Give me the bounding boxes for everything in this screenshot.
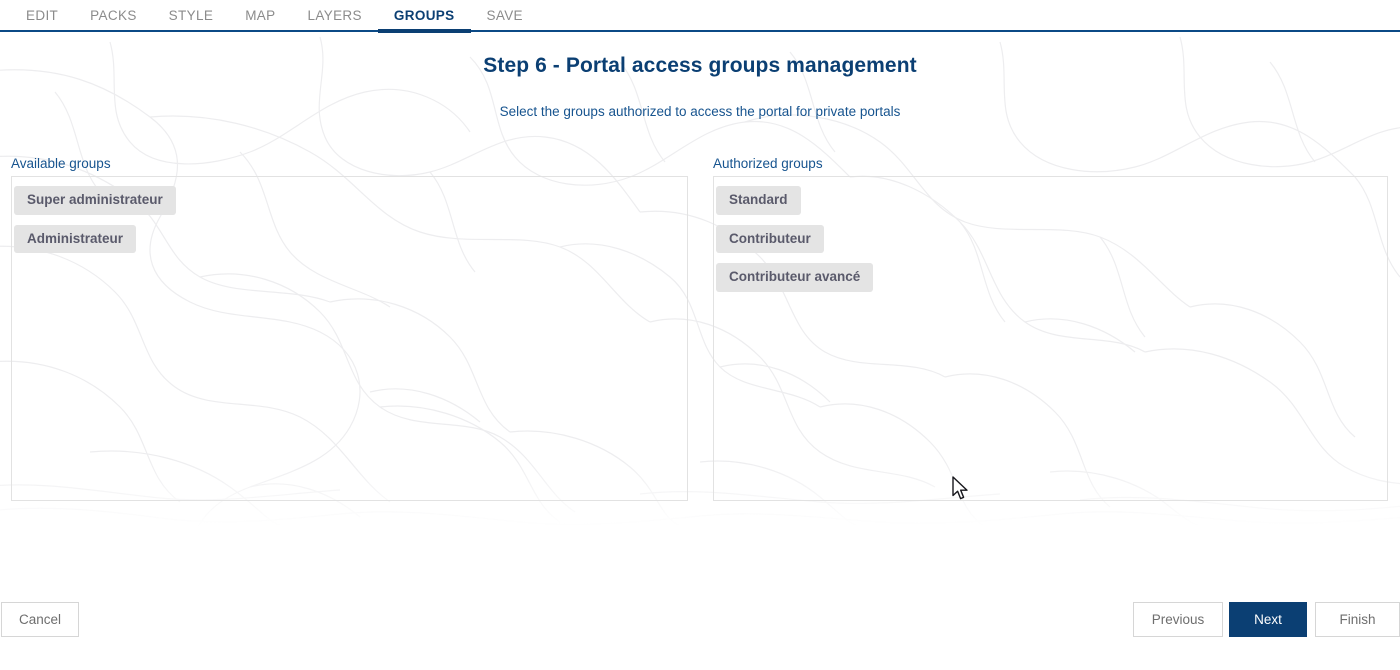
available-groups-panel[interactable]: Super administrateur Administrateur bbox=[11, 176, 688, 501]
tab-layers[interactable]: LAYERS bbox=[292, 0, 378, 30]
tab-save[interactable]: SAVE bbox=[471, 0, 539, 30]
authorized-groups-list: Standard Contributeur Contributeur avanc… bbox=[714, 186, 1387, 292]
page-subtitle: Select the groups authorized to access t… bbox=[499, 104, 901, 119]
group-chip[interactable]: Administrateur bbox=[14, 224, 137, 254]
main-tabbar: EDIT PACKS STYLE MAP LAYERS GROUPS SAVE bbox=[0, 0, 1400, 33]
authorized-groups-panel[interactable]: Standard Contributeur Contributeur avanc… bbox=[713, 176, 1388, 501]
cancel-button[interactable]: Cancel bbox=[1, 602, 79, 637]
tab-map[interactable]: MAP bbox=[229, 0, 291, 30]
tab-style[interactable]: STYLE bbox=[153, 0, 230, 30]
tab-packs[interactable]: PACKS bbox=[74, 0, 153, 30]
authorized-groups-label: Authorized groups bbox=[713, 156, 823, 171]
group-chip[interactable]: Contributeur avancé bbox=[716, 263, 874, 292]
finish-button[interactable]: Finish bbox=[1315, 602, 1400, 637]
page-title: Step 6 - Portal access groups management bbox=[483, 54, 917, 77]
previous-button[interactable]: Previous bbox=[1133, 602, 1223, 637]
group-chip[interactable]: Standard bbox=[716, 186, 801, 215]
wizard-content: Step 6 - Portal access groups management… bbox=[0, 32, 1400, 592]
tab-groups[interactable]: GROUPS bbox=[377, 0, 471, 33]
wizard-page: EDIT PACKS STYLE MAP LAYERS GROUPS SAVE bbox=[0, 0, 1400, 670]
group-chip[interactable]: Contributeur bbox=[716, 224, 824, 254]
available-groups-label: Available groups bbox=[11, 156, 111, 171]
wizard-footer: Cancel Previous Next Finish bbox=[0, 592, 1400, 670]
available-groups-list: Super administrateur Administrateur bbox=[12, 186, 687, 254]
next-button[interactable]: Next bbox=[1229, 602, 1307, 637]
group-chip[interactable]: Super administrateur bbox=[14, 186, 176, 215]
tab-edit[interactable]: EDIT bbox=[10, 0, 74, 30]
